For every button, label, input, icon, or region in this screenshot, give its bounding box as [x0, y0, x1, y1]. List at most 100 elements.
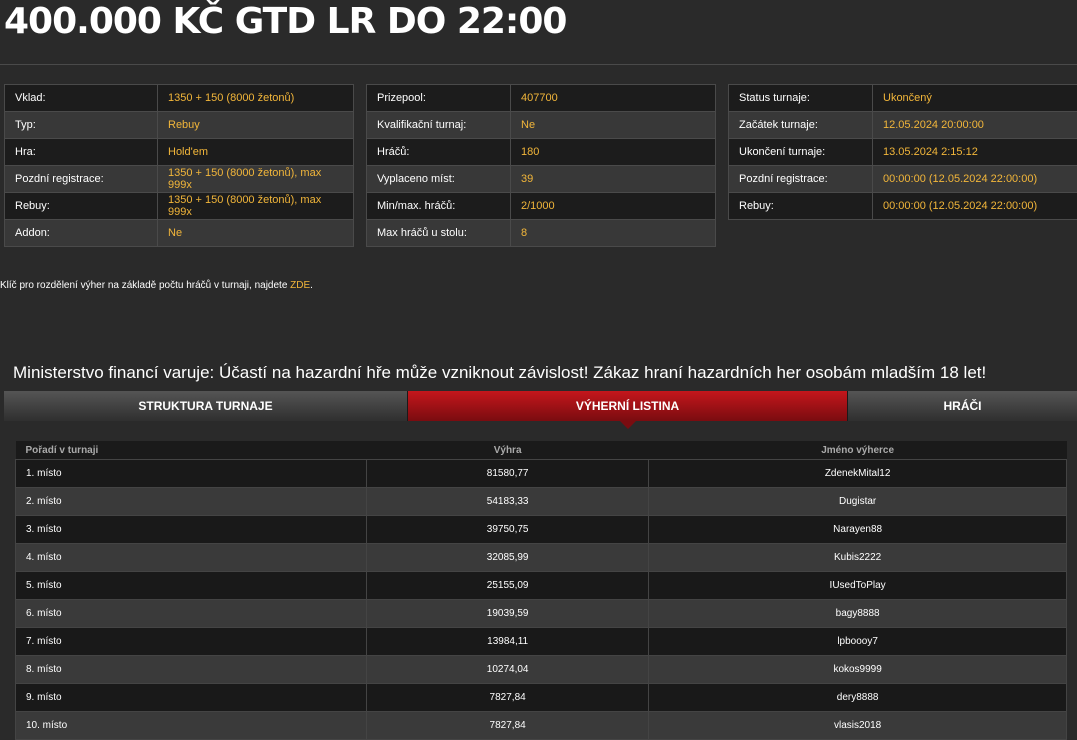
info-value: 39: [511, 166, 716, 193]
info-value: Ukončený: [873, 85, 1077, 112]
title-divider: [0, 64, 1077, 65]
rank-cell: 3. místo: [16, 516, 367, 544]
column-header-rank: Pořadí v turnaji: [16, 441, 367, 460]
info-label: Ukončení turnaje:: [729, 139, 873, 166]
tab-bar: STRUKTURA TURNAJE VÝHERNÍ LISTINA HRÁČI: [4, 391, 1077, 421]
table-row: 6. místo19039,59bagy8888: [16, 600, 1067, 628]
info-row: Začátek turnaje:12.05.2024 20:00:00: [729, 112, 1077, 139]
info-row: Ukončení turnaje:13.05.2024 2:15:12: [729, 139, 1077, 166]
info-row: Pozdní registrace:00:00:00 (12.05.2024 2…: [729, 166, 1077, 193]
info-value: 180: [511, 139, 716, 166]
info-value: 1350 + 150 (8000 žetonů), max 999x: [158, 166, 354, 193]
rank-cell: 10. místo: [16, 712, 367, 740]
info-value: 407700: [511, 85, 716, 112]
rank-cell: 7. místo: [16, 628, 367, 656]
info-value: 2/1000: [511, 193, 716, 220]
tab-vyherni-listina[interactable]: VÝHERNÍ LISTINA: [408, 391, 848, 421]
prize-cell: 25155,09: [367, 572, 649, 600]
winner-cell: Kubis2222: [649, 544, 1067, 572]
info-label: Status turnaje:: [729, 85, 873, 112]
info-label: Začátek turnaje:: [729, 112, 873, 139]
tab-hraci[interactable]: HRÁČI: [848, 391, 1077, 421]
info-label: Min/max. hráčů:: [367, 193, 511, 220]
info-label: Hra:: [5, 139, 158, 166]
prize-cell: 13984,11: [367, 628, 649, 656]
info-label: Max hráčů u stolu:: [367, 220, 511, 247]
info-label: Addon:: [5, 220, 158, 247]
prize-cell: 7827,84: [367, 712, 649, 740]
info-value: 12.05.2024 20:00:00: [873, 112, 1077, 139]
winner-cell: lpboooy7: [649, 628, 1067, 656]
info-row: Hráčů:180: [367, 139, 716, 166]
info-value: 13.05.2024 2:15:12: [873, 139, 1077, 166]
info-label: Prizepool:: [367, 85, 511, 112]
info-value: Rebuy: [158, 112, 354, 139]
rank-cell: 8. místo: [16, 656, 367, 684]
table-row: 7. místo13984,11lpboooy7: [16, 628, 1067, 656]
tournament-info-table-1: Vklad:1350 + 150 (8000 žetonů)Typ:RebuyH…: [4, 84, 354, 247]
prize-cell: 10274,04: [367, 656, 649, 684]
tab-label: VÝHERNÍ LISTINA: [576, 399, 679, 413]
info-label: Rebuy:: [729, 193, 873, 220]
info-row: Prizepool:407700: [367, 85, 716, 112]
info-row: Typ:Rebuy: [5, 112, 354, 139]
info-value: 00:00:00 (12.05.2024 22:00:00): [873, 166, 1077, 193]
info-value: 8: [511, 220, 716, 247]
info-row: Kvalifikační turnaj:Ne: [367, 112, 716, 139]
rank-cell: 2. místo: [16, 488, 367, 516]
info-label: Pozdní registrace:: [729, 166, 873, 193]
rank-cell: 9. místo: [16, 684, 367, 712]
info-row: Pozdní registrace:1350 + 150 (8000 žeton…: [5, 166, 354, 193]
info-label: Hráčů:: [367, 139, 511, 166]
table-row: 1. místo81580,77ZdenekMital12: [16, 460, 1067, 488]
info-label: Vklad:: [5, 85, 158, 112]
table-row: 2. místo54183,33Dugistar: [16, 488, 1067, 516]
table-row: 9. místo7827,84dery8888: [16, 684, 1067, 712]
info-row: Status turnaje:Ukončený: [729, 85, 1077, 112]
tournament-info-table-2: Prizepool:407700Kvalifikační turnaj:NeHr…: [366, 84, 716, 247]
winner-cell: kokos9999: [649, 656, 1067, 684]
info-value: Ne: [158, 220, 354, 247]
column-header-prize: Výhra: [367, 441, 649, 460]
winner-cell: Dugistar: [649, 488, 1067, 516]
prize-cell: 32085,99: [367, 544, 649, 572]
info-row: Rebuy:00:00:00 (12.05.2024 22:00:00): [729, 193, 1077, 220]
info-row: Vklad:1350 + 150 (8000 žetonů): [5, 85, 354, 112]
tab-struktura-turnaje[interactable]: STRUKTURA TURNAJE: [4, 391, 408, 421]
table-row: 3. místo39750,75Narayen88: [16, 516, 1067, 544]
payout-key-suffix: .: [310, 280, 313, 291]
info-value: 1350 + 150 (8000 žetonů), max 999x: [158, 193, 354, 220]
winner-cell: dery8888: [649, 684, 1067, 712]
tournament-info-table-3: Status turnaje:UkončenýZačátek turnaje:1…: [728, 84, 1077, 220]
page-title: 400.000 KČ GTD LR DO 22:00: [4, 0, 566, 44]
prize-cell: 54183,33: [367, 488, 649, 516]
table-row: 5. místo25155,09IUsedToPlay: [16, 572, 1067, 600]
info-row: Addon:Ne: [5, 220, 354, 247]
info-value: Hold'em: [158, 139, 354, 166]
winner-cell: bagy8888: [649, 600, 1067, 628]
winner-cell: ZdenekMital12: [649, 460, 1067, 488]
table-row: 4. místo32085,99Kubis2222: [16, 544, 1067, 572]
prize-list-table: Pořadí v turnaji Výhra Jméno výherce 1. …: [15, 441, 1067, 740]
prize-cell: 81580,77: [367, 460, 649, 488]
info-row: Max hráčů u stolu:8: [367, 220, 716, 247]
info-label: Kvalifikační turnaj:: [367, 112, 511, 139]
table-row: 8. místo10274,04kokos9999: [16, 656, 1067, 684]
info-row: Rebuy:1350 + 150 (8000 žetonů), max 999x: [5, 193, 354, 220]
prize-cell: 19039,59: [367, 600, 649, 628]
payout-key-text: Klíč pro rozdělení výher na základě počt…: [0, 280, 290, 291]
rank-cell: 5. místo: [16, 572, 367, 600]
column-header-winner: Jméno výherce: [649, 441, 1067, 460]
info-value: 1350 + 150 (8000 žetonů): [158, 85, 354, 112]
payout-key-note: Klíč pro rozdělení výher na základě počt…: [0, 280, 313, 291]
winner-cell: vlasis2018: [649, 712, 1067, 740]
info-row: Min/max. hráčů:2/1000: [367, 193, 716, 220]
winner-cell: IUsedToPlay: [649, 572, 1067, 600]
info-value: 00:00:00 (12.05.2024 22:00:00): [873, 193, 1077, 220]
prize-cell: 39750,75: [367, 516, 649, 544]
info-row: Vyplaceno míst:39: [367, 166, 716, 193]
info-value: Ne: [511, 112, 716, 139]
rank-cell: 6. místo: [16, 600, 367, 628]
winner-cell: Narayen88: [649, 516, 1067, 544]
payout-key-link[interactable]: ZDE: [290, 280, 310, 291]
